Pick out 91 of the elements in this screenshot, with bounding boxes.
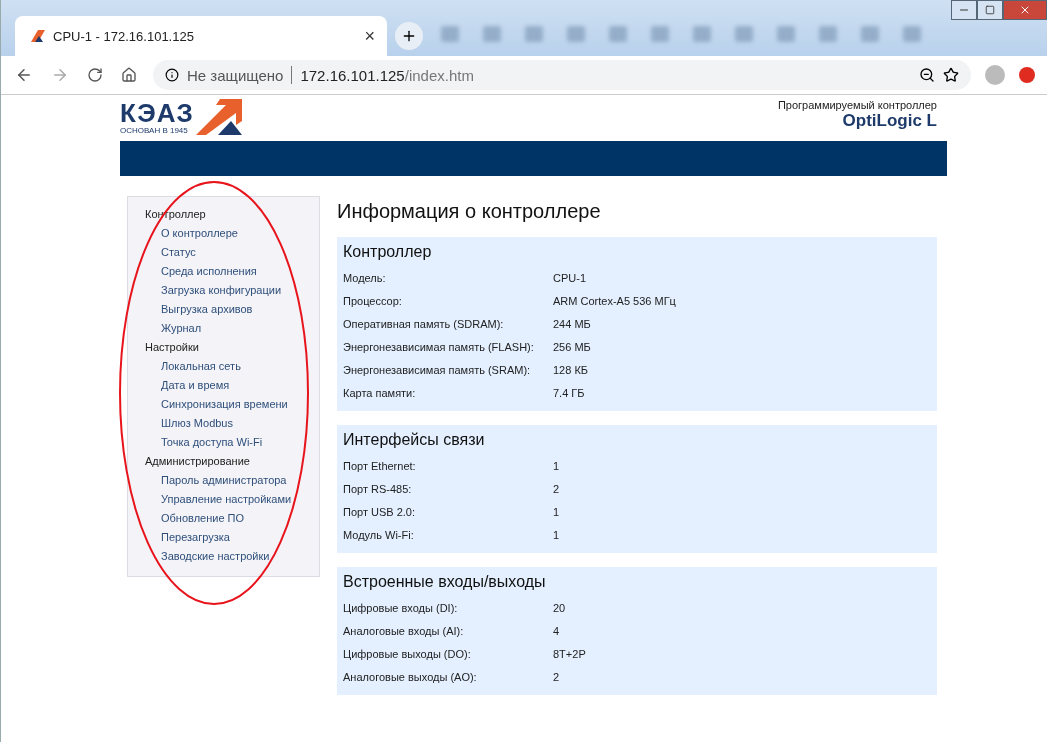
browser-tab[interactable]: CPU-1 - 172.16.101.125 ×	[15, 16, 387, 56]
info-value: 1	[553, 528, 561, 543]
info-value: 256 МБ	[553, 340, 592, 355]
info-label: Карта памяти:	[343, 386, 417, 401]
sidebar-link[interactable]: Обновление ПО	[145, 509, 319, 528]
info-value: 1	[553, 459, 561, 474]
info-value: 2	[553, 482, 561, 497]
blurred-tab-icon[interactable]	[441, 26, 459, 42]
info-value: ARM Cortex-A5 536 МГц	[553, 294, 677, 309]
info-label: Цифровые выходы (DO):	[343, 647, 472, 662]
info-label: Порт USB 2.0:	[343, 505, 416, 520]
info-value: 128 КБ	[553, 363, 590, 378]
sidebar-link[interactable]: Синхронизация времени	[145, 395, 319, 414]
forward-arrow-icon	[51, 66, 69, 84]
info-label: Оперативная память (SDRAM):	[343, 317, 505, 332]
sidebar-link[interactable]: Точка доступа Wi-Fi	[145, 433, 319, 452]
maximize-icon	[985, 5, 995, 15]
blurred-tab-icon[interactable]	[609, 26, 627, 42]
info-label: Порт Ethernet:	[343, 459, 417, 474]
reload-button[interactable]	[85, 65, 105, 85]
blurred-tab-icon[interactable]	[861, 26, 879, 42]
info-value: 4	[553, 624, 561, 639]
info-label: Аналоговые выходы (AO):	[343, 670, 478, 685]
tab-close-button[interactable]: ×	[364, 25, 375, 47]
blurred-tab-icon[interactable]	[483, 26, 501, 42]
home-icon	[121, 67, 137, 83]
reload-icon	[87, 67, 103, 83]
sidebar-link[interactable]: Шлюз Modbus	[145, 414, 319, 433]
url-path: /index.htm	[404, 66, 474, 84]
site-logo-icon	[31, 30, 45, 42]
sidebar-link[interactable]: Заводские настройки	[145, 547, 319, 566]
blurred-tab-icon[interactable]	[567, 26, 585, 42]
blurred-tab-icon[interactable]	[819, 26, 837, 42]
blurred-tab-icon[interactable]	[693, 26, 711, 42]
blurred-tab-icon[interactable]	[525, 26, 543, 42]
sidebar-link[interactable]: Дата и время	[145, 376, 319, 395]
info-label: Энергонезависимая память (FLASH):	[343, 340, 535, 355]
sidebar-link[interactable]: Статус	[145, 243, 319, 262]
profile-avatar[interactable]	[985, 65, 1005, 85]
info-value: 7.4 ГБ	[553, 386, 586, 401]
blurred-tab-icon[interactable]	[735, 26, 753, 42]
bookmark-star-icon[interactable]	[943, 67, 959, 83]
card-title: Интерфейсы связи	[343, 430, 486, 450]
sidebar-link[interactable]: Локальная сеть	[145, 357, 319, 376]
blurred-tab-icon[interactable]	[651, 26, 669, 42]
info-value: 8T+2P	[553, 647, 587, 662]
plus-icon	[401, 28, 417, 44]
address-bar[interactable]: Не защищено 172.16.101.125/index.htm	[153, 60, 971, 90]
product-name: OptiLogic L	[842, 111, 937, 131]
card-title: Контроллер	[343, 242, 433, 262]
page-title: Информация о контроллере	[337, 200, 602, 223]
info-value: 244 МБ	[553, 317, 592, 332]
home-button[interactable]	[119, 65, 139, 85]
security-label: Не защищено	[187, 66, 284, 84]
info-value: 1	[553, 505, 561, 520]
zoom-icon[interactable]	[919, 67, 935, 83]
sidebar-group-label: Администрирование	[145, 454, 251, 469]
info-label: Энергонезависимая память (SRAM):	[343, 363, 532, 378]
sidebar-link[interactable]: Управление настройками	[145, 490, 319, 509]
sidebar-link[interactable]: О контроллере	[145, 224, 319, 243]
extension-icon[interactable]	[1019, 67, 1035, 83]
card-title: Встроенные входы/выходы	[343, 572, 547, 592]
info-label: Аналоговые входы (AI):	[343, 624, 465, 639]
maximize-button[interactable]	[977, 0, 1003, 20]
sidebar-link[interactable]: Среда исполнения	[145, 262, 319, 281]
logo-tagline: ОСНОВАН В 1945	[120, 126, 189, 135]
header-subtitle: Программируемый контроллер	[777, 99, 937, 111]
tab-title: CPU-1 - 172.16.101.125	[53, 28, 195, 44]
info-label: Процессор:	[343, 294, 403, 309]
close-icon	[1019, 4, 1031, 16]
info-label: Модель:	[343, 271, 387, 286]
blurred-tab-icon[interactable]	[903, 26, 921, 42]
new-tab-button[interactable]	[395, 22, 423, 50]
info-label: Цифровые входы (DI):	[343, 601, 459, 616]
minimize-button[interactable]	[951, 0, 977, 20]
info-label: Порт RS-485:	[343, 482, 413, 497]
url-host: 172.16.101.125	[300, 66, 405, 84]
info-value: 2	[553, 670, 561, 685]
blurred-tab-icon[interactable]	[777, 26, 795, 42]
sidebar-group-label: Настройки	[145, 340, 200, 355]
logo-arrow-icon	[195, 99, 242, 135]
sidebar-link[interactable]: Пароль администратора	[145, 471, 319, 490]
sidebar-link[interactable]: Журнал	[145, 319, 319, 338]
info-label: Модуль Wi-Fi:	[343, 528, 415, 543]
sidebar-link[interactable]: Загрузка конфигурации	[145, 281, 319, 300]
info-value: 20	[553, 601, 567, 616]
sidebar-link[interactable]: Выгрузка архивов	[145, 300, 319, 319]
sidebar-link[interactable]: Перезагрузка	[145, 528, 319, 547]
info-value: CPU-1	[553, 271, 587, 286]
logo-text: КЭАЗ	[120, 100, 194, 126]
info-icon	[165, 68, 179, 82]
